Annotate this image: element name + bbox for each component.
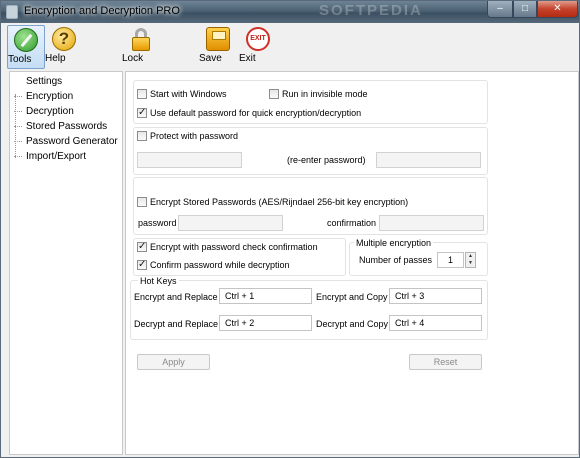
- title-bar: Encryption and Decryption PRO SOFTPEDIA …: [1, 1, 579, 23]
- tree-item-label: Stored Passwords: [26, 121, 108, 132]
- exit-label: Exit: [239, 53, 256, 64]
- encrypt-copy-label: Encrypt and Copy: [316, 292, 388, 302]
- encrypt-replace-label: Encrypt and Replace: [134, 292, 218, 302]
- stored-password-label: password: [138, 218, 177, 228]
- tree-item-password-generator[interactable]: Password Generator: [14, 135, 118, 149]
- checkbox-label: Start with Windows: [150, 89, 227, 99]
- tree-item-label: Import/Export: [26, 151, 87, 162]
- tree-item-encryption[interactable]: Encryption: [14, 90, 73, 104]
- exit-button[interactable]: EXIT Exit: [239, 25, 277, 69]
- passes-spinner[interactable]: ▲ ▼: [465, 252, 476, 268]
- save-label: Save: [199, 53, 222, 64]
- encrypt-check-confirm-checkbox[interactable]: Encrypt with password check confirmation: [137, 240, 318, 255]
- tools-button[interactable]: Tools: [7, 25, 45, 69]
- number-of-passes-label: Number of passes: [359, 255, 433, 265]
- close-button[interactable]: ✕: [537, 1, 578, 18]
- run-invisible-checkbox[interactable]: Run in invisible mode: [269, 88, 368, 102]
- toolbar: Tools ? Help Lock Save EXIT Exit: [1, 23, 579, 69]
- reenter-password-label: (re-enter password): [287, 155, 366, 165]
- stored-confirmation-label: confirmation: [327, 218, 377, 228]
- decrypt-copy-hotkey[interactable]: Ctrl + 4: [389, 315, 482, 331]
- tree-item-import-export[interactable]: Import/Export: [14, 150, 86, 164]
- stored-confirmation-field[interactable]: [379, 215, 484, 231]
- lock-button[interactable]: Lock: [122, 25, 160, 69]
- help-button[interactable]: ? Help: [45, 25, 83, 69]
- maximize-icon: □: [521, 3, 529, 14]
- encrypt-replace-hotkey[interactable]: Ctrl + 1: [219, 288, 312, 304]
- apply-button[interactable]: Apply: [137, 354, 210, 370]
- help-label: Help: [45, 53, 66, 64]
- maximize-button[interactable]: □: [513, 1, 537, 18]
- start-with-windows-checkbox[interactable]: Start with Windows: [137, 88, 227, 102]
- confirm-decrypt-checkbox[interactable]: Confirm password while decryption: [137, 258, 290, 273]
- decrypt-replace-hotkey[interactable]: Ctrl + 2: [219, 315, 312, 331]
- help-icon: ?: [52, 27, 76, 51]
- checkbox-label: Run in invisible mode: [282, 89, 368, 99]
- stored-password-field[interactable]: [178, 215, 283, 231]
- tree-item-stored-passwords[interactable]: Stored Passwords: [14, 120, 107, 134]
- tree-item-decryption[interactable]: Decryption: [14, 105, 74, 119]
- reset-button[interactable]: Reset: [409, 354, 482, 370]
- lock-label: Lock: [122, 53, 144, 64]
- tree-item-label: Settings: [26, 76, 63, 87]
- app-window: Encryption and Decryption PRO SOFTPEDIA …: [0, 0, 580, 458]
- spin-up-icon[interactable]: ▲: [466, 253, 475, 260]
- settings-tree: Settings Encryption Decryption Stored Pa…: [9, 71, 123, 455]
- minimize-button[interactable]: –: [487, 1, 513, 18]
- spin-down-icon[interactable]: ▼: [466, 260, 475, 267]
- checkbox-label: Encrypt Stored Passwords (AES/Rijndael 2…: [150, 197, 409, 207]
- save-button[interactable]: Save: [199, 25, 237, 69]
- app-icon: [6, 5, 18, 19]
- checkbox-label: Confirm password while decryption: [150, 260, 290, 270]
- tree-item-label: Decryption: [26, 106, 74, 117]
- decrypt-copy-label: Decrypt and Copy: [316, 319, 389, 329]
- tree-item-label: Encryption: [26, 91, 74, 102]
- tree-item-label: Password Generator: [26, 136, 118, 147]
- tools-icon: [14, 28, 38, 52]
- checkbox-label: Encrypt with password check confirmation: [150, 242, 318, 252]
- encrypt-stored-checkbox[interactable]: Encrypt Stored Passwords (AES/Rijndael 2…: [137, 196, 408, 210]
- close-icon: ✕: [553, 3, 562, 14]
- checkbox-label: Use default password for quick encryptio…: [150, 108, 362, 118]
- watermark: SOFTPEDIA: [319, 2, 423, 19]
- window-title: Encryption and Decryption PRO: [24, 5, 180, 17]
- encrypt-copy-hotkey[interactable]: Ctrl + 3: [389, 288, 482, 304]
- tree-item-settings[interactable]: Settings: [26, 75, 62, 89]
- tools-label: Tools: [8, 54, 32, 65]
- reenter-password-field[interactable]: [376, 152, 481, 168]
- save-icon: [206, 27, 230, 51]
- checkbox-label: Protect with password: [150, 131, 239, 141]
- protect-password-field[interactable]: [137, 152, 242, 168]
- hot-keys-label: Hot Keys: [138, 276, 179, 286]
- default-password-checkbox[interactable]: Use default password for quick encryptio…: [137, 106, 362, 121]
- exit-icon: EXIT: [246, 27, 270, 51]
- minimize-icon: –: [497, 3, 503, 14]
- passes-input[interactable]: 1: [437, 252, 464, 268]
- multiple-encryption-label: Multiple encryption: [354, 238, 434, 248]
- settings-panel: Start with Windows Run in invisible mode…: [125, 71, 579, 455]
- lock-icon: [130, 27, 152, 51]
- decrypt-replace-label: Decrypt and Replace: [134, 319, 219, 329]
- protect-password-checkbox[interactable]: Protect with password: [137, 130, 238, 144]
